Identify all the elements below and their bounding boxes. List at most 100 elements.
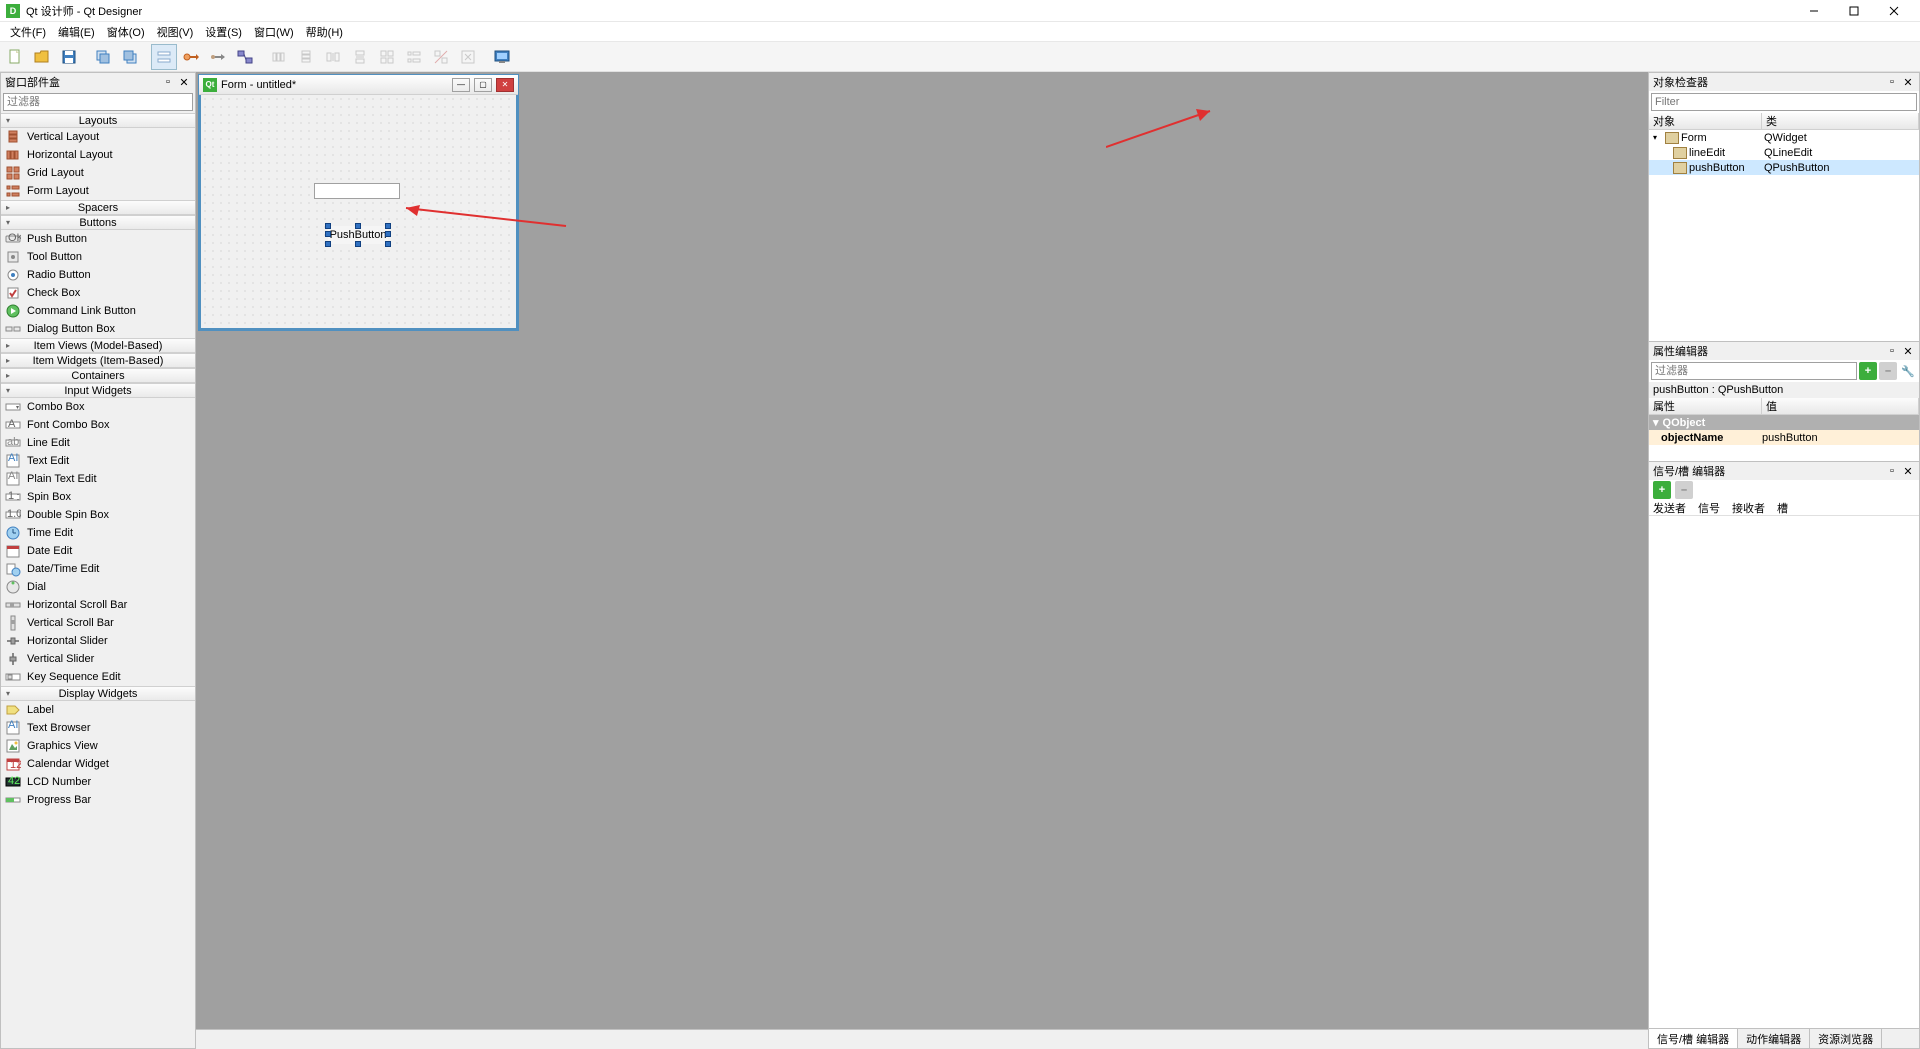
widget-item[interactable]: Date Edit [1, 542, 195, 560]
form-titlebar[interactable]: Qt Form - untitled* — ▢ ✕ [199, 75, 518, 95]
widget-item[interactable]: Date/Time Edit [1, 560, 195, 578]
widget-item[interactable]: Form Layout [1, 182, 195, 200]
dock-close-icon[interactable]: ✕ [1901, 344, 1915, 358]
form-window[interactable]: Qt Form - untitled* — ▢ ✕ PushButton [198, 74, 519, 331]
menu-view[interactable]: 视图(V) [151, 24, 200, 40]
widget-item[interactable]: Grid Layout [1, 164, 195, 182]
menu-edit[interactable]: 编辑(E) [52, 24, 101, 40]
form-close-button[interactable]: ✕ [496, 78, 514, 92]
category-display-widgets[interactable]: ▾Display Widgets [1, 686, 195, 701]
property-tree[interactable]: ▾QObject objectName pushButton [1649, 415, 1919, 461]
menu-form[interactable]: 窗体(O) [101, 24, 151, 40]
category-containers[interactable]: ▸Containers [1, 368, 195, 383]
property-filter-input[interactable] [1651, 362, 1857, 380]
widget-item[interactable]: Time Edit [1, 524, 195, 542]
tab-resource-browser[interactable]: 资源浏览器 [1810, 1029, 1882, 1048]
layout-grid-button[interactable] [374, 44, 400, 70]
widget-item[interactable]: AIPlain Text Edit [1, 470, 195, 488]
dock-close-icon[interactable]: ✕ [1901, 75, 1915, 89]
widget-item[interactable]: abLine Edit [1, 434, 195, 452]
widget-item[interactable]: Horizontal Layout [1, 146, 195, 164]
inspector-row[interactable]: ▾FormQWidget [1649, 130, 1919, 145]
dock-close-icon[interactable]: ✕ [177, 75, 191, 89]
menu-help[interactable]: 帮助(H) [300, 24, 349, 40]
widgetbox-filter-input[interactable] [3, 93, 193, 111]
canvas-body[interactable]: Qt Form - untitled* — ▢ ✕ PushButton [196, 72, 1648, 1029]
edit-signals-button[interactable] [178, 44, 204, 70]
layout-form-button[interactable] [401, 44, 427, 70]
inspector-row[interactable]: lineEditQLineEdit [1649, 145, 1919, 160]
dock-float-icon[interactable]: ▫ [1885, 344, 1899, 358]
save-file-button[interactable] [56, 44, 82, 70]
widget-item[interactable]: Vertical Slider [1, 650, 195, 668]
widget-item[interactable]: Dialog Button Box [1, 320, 195, 338]
break-layout-button[interactable] [428, 44, 454, 70]
minimize-button[interactable] [1794, 0, 1834, 22]
widget-item[interactable]: 12Calendar Widget [1, 755, 195, 773]
tab-action-editor[interactable]: 动作编辑器 [1738, 1029, 1810, 1048]
widget-item[interactable]: 42LCD Number [1, 773, 195, 791]
widget-item[interactable]: 1Spin Box [1, 488, 195, 506]
bring-front-button[interactable] [117, 44, 143, 70]
widget-item[interactable]: Vertical Scroll Bar [1, 614, 195, 632]
open-file-button[interactable] [29, 44, 55, 70]
maximize-button[interactable] [1834, 0, 1874, 22]
designer-lineedit[interactable] [314, 183, 400, 199]
menu-window[interactable]: 窗口(W) [248, 24, 300, 40]
category-item-widgets[interactable]: ▸Item Widgets (Item-Based) [1, 353, 195, 368]
widget-item[interactable]: Horizontal Scroll Bar [1, 596, 195, 614]
category-item-views[interactable]: ▸Item Views (Model-Based) [1, 338, 195, 353]
widget-item[interactable]: Combo Box [1, 398, 195, 416]
new-file-button[interactable] [2, 44, 28, 70]
category-spacers[interactable]: ▸Spacers [1, 200, 195, 215]
layout-vertical-button[interactable] [293, 44, 319, 70]
form-maximize-button[interactable]: ▢ [474, 78, 492, 92]
inspector-row[interactable]: pushButtonQPushButton [1649, 160, 1919, 175]
widget-item[interactable]: 1.0Double Spin Box [1, 506, 195, 524]
preview-button[interactable] [489, 44, 515, 70]
layout-h-splitter-button[interactable] [320, 44, 346, 70]
widget-item[interactable]: Tool Button [1, 248, 195, 266]
remove-property-button[interactable]: – [1879, 362, 1897, 380]
widget-item[interactable]: OKPush Button [1, 230, 195, 248]
dock-float-icon[interactable]: ▫ [1885, 75, 1899, 89]
dock-float-icon[interactable]: ▫ [1885, 464, 1899, 478]
edit-widgets-button[interactable] [151, 44, 177, 70]
tab-signal-slot[interactable]: 信号/槽 编辑器 [1649, 1029, 1738, 1048]
widget-item[interactable]: AIText Edit [1, 452, 195, 470]
widget-item[interactable]: Horizontal Slider [1, 632, 195, 650]
add-property-button[interactable]: + [1859, 362, 1877, 380]
inspector-tree[interactable]: ▾FormQWidgetlineEditQLineEditpushButtonQ… [1649, 130, 1919, 341]
edit-buddies-button[interactable] [205, 44, 231, 70]
widget-item[interactable]: Vertical Layout [1, 128, 195, 146]
widget-item[interactable]: Dial [1, 578, 195, 596]
widget-item[interactable]: Label [1, 701, 195, 719]
add-signal-button[interactable]: + [1653, 481, 1671, 499]
property-row-objectname[interactable]: objectName pushButton [1649, 430, 1919, 445]
remove-signal-button[interactable]: – [1675, 481, 1693, 499]
widget-item[interactable]: Key Sequence Edit [1, 668, 195, 686]
category-buttons[interactable]: ▾Buttons [1, 215, 195, 230]
edit-tab-order-button[interactable] [232, 44, 258, 70]
dock-float-icon[interactable]: ▫ [161, 75, 175, 89]
form-minimize-button[interactable]: — [452, 78, 470, 92]
adjust-size-button[interactable] [455, 44, 481, 70]
widget-item[interactable]: Command Link Button [1, 302, 195, 320]
inspector-filter-input[interactable] [1651, 93, 1917, 111]
widget-item[interactable]: Check Box [1, 284, 195, 302]
close-button[interactable] [1874, 0, 1914, 22]
signal-list[interactable] [1649, 516, 1919, 1028]
widget-item[interactable]: Progress Bar [1, 791, 195, 809]
dock-close-icon[interactable]: ✕ [1901, 464, 1915, 478]
layout-horizontal-button[interactable] [266, 44, 292, 70]
category-layouts[interactable]: ▾Layouts [1, 113, 195, 128]
form-canvas[interactable]: PushButton [199, 95, 518, 330]
property-section-qobject[interactable]: ▾QObject [1649, 415, 1919, 430]
category-input-widgets[interactable]: ▾Input Widgets [1, 383, 195, 398]
widget-item[interactable]: Radio Button [1, 266, 195, 284]
send-back-button[interactable] [90, 44, 116, 70]
menu-file[interactable]: 文件(F) [4, 24, 52, 40]
widgetbox-list[interactable]: ▾Layouts Vertical LayoutHorizontal Layou… [1, 113, 195, 1048]
widget-item[interactable]: AIText Browser [1, 719, 195, 737]
config-button[interactable]: 🔧 [1899, 362, 1917, 380]
